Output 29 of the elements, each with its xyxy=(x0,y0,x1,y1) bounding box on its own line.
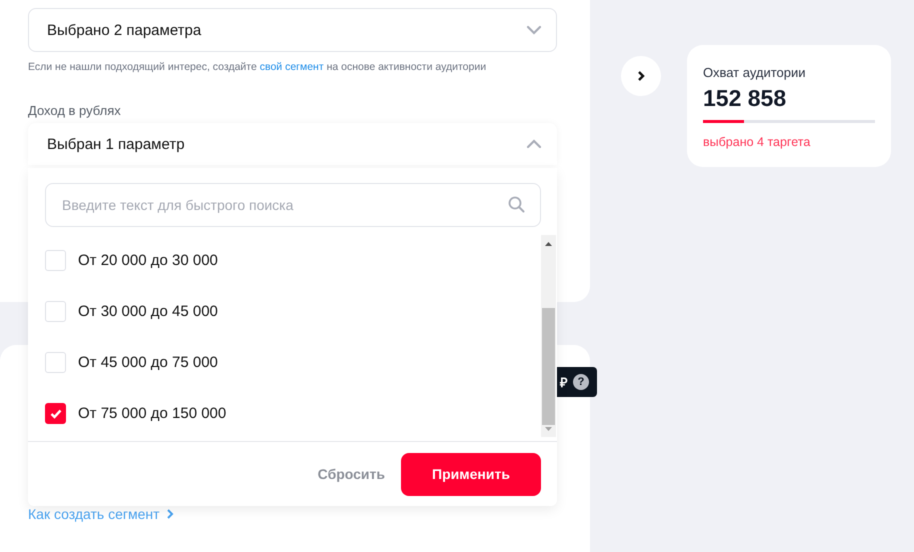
income-select[interactable]: Выбран 1 параметр xyxy=(28,123,557,165)
scrollbar[interactable] xyxy=(541,235,556,437)
search-field[interactable]: Введите текст для быстрого поиска xyxy=(45,183,541,227)
option-label: От 75 000 до 150 000 xyxy=(78,405,226,422)
option-label: От 30 000 до 45 000 xyxy=(78,303,218,320)
interests-select[interactable]: Выбрано 2 параметра xyxy=(28,8,557,52)
apply-button[interactable]: Применить xyxy=(401,452,541,496)
chevron-icon xyxy=(526,25,542,35)
chevron-right-icon xyxy=(637,70,645,82)
hint-text: Если не нашли подходящий интерес, создайте свой сегмент на основе активности аудитории xyxy=(28,61,488,73)
option-label: От 20 000 до 30 000 xyxy=(78,252,218,269)
field-label: Доход в рублях xyxy=(28,103,122,118)
option-item[interactable]: От 30 000 до 45 000 xyxy=(45,286,541,337)
tooltip-text: ₽ xyxy=(560,374,568,391)
option-item[interactable]: От 20 000 до 30 000 xyxy=(45,235,541,286)
reach-note: выбрано 4 таргета xyxy=(703,135,812,149)
reach-title: Охват аудитории xyxy=(703,65,807,80)
check-icon xyxy=(50,408,62,418)
option-item[interactable]: От 75 000 до 150 000 xyxy=(45,388,541,439)
expand-button[interactable] xyxy=(621,56,661,96)
segment-link[interactable]: свой сегмент xyxy=(260,61,324,73)
help-icon: ? xyxy=(573,374,589,390)
search-icon xyxy=(508,196,525,213)
chevron-right-icon xyxy=(166,508,174,520)
chevron-icon xyxy=(526,139,542,149)
reach-value: 152 858 xyxy=(703,85,788,112)
checkbox[interactable] xyxy=(45,403,66,424)
option-label: От 45 000 до 75 000 xyxy=(78,354,218,371)
option-item[interactable]: От 45 000 до 75 000 xyxy=(45,337,541,388)
